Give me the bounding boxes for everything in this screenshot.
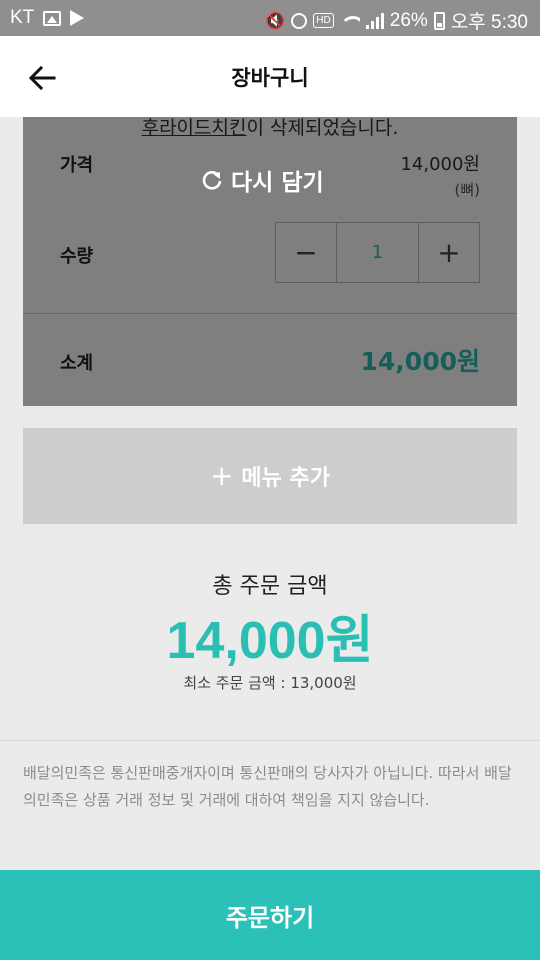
clock: 오후 5:30 (450, 12, 528, 33)
order-button[interactable]: 주문하기 (0, 870, 540, 960)
total-label: 총 주문 금액 (212, 574, 328, 599)
play-store-icon (70, 10, 85, 26)
disclaimer: 배달의민족은 통신판매중개자이며 통신판매의 당사자가 아닙니다. 따라서 배달… (23, 764, 512, 809)
app-header: 장바구니 (0, 36, 540, 117)
cart-item-card: 후라이드치킨이 삭제되었습니다. 가격 14,000원 (뼈) 수량 − 1 +… (23, 117, 517, 406)
restore-label: 다시 담기 (231, 170, 324, 196)
add-menu-label: 메뉴 추가 (241, 466, 331, 491)
wifi-icon (339, 14, 360, 28)
battery-icon (433, 11, 445, 30)
add-menu-button[interactable]: + 메뉴 추가 (23, 428, 517, 524)
signal-icon (365, 12, 384, 29)
minimum-order: 최소 주문 금액 : 13,000원 (183, 674, 357, 692)
battery-percent: 26% (389, 9, 428, 31)
status-bar: KT 🔇 HD 26% 오후 5:30 (0, 0, 540, 36)
total-amount: 14,000원 (166, 612, 374, 670)
deleted-overlay: 다시 담기 (23, 117, 517, 406)
divider (0, 740, 540, 741)
carrier-label: KT (10, 7, 35, 28)
alarm-icon (291, 12, 308, 29)
page-title: 장바구니 (231, 66, 309, 90)
plus-icon: + (209, 459, 234, 492)
gallery-icon (43, 10, 62, 26)
restore-button[interactable]: 다시 담기 (201, 163, 324, 197)
refresh-icon (202, 171, 222, 190)
mute-icon: 🔇 (265, 12, 286, 30)
hd-voice-icon: HD (313, 13, 334, 28)
